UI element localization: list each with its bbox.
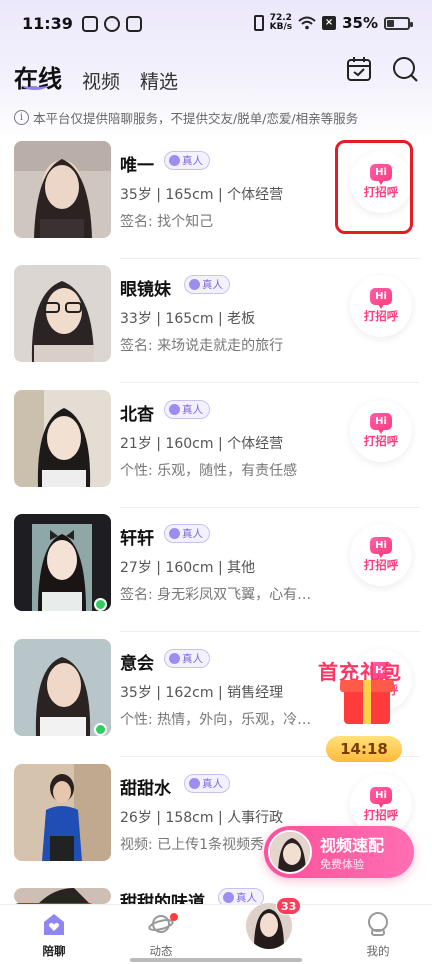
nav-item-chat[interactable]: 陪聊 xyxy=(19,911,89,959)
notification-dot xyxy=(170,913,178,921)
hi-icon: Hi xyxy=(370,537,392,558)
greet-button[interactable]: Hi打招呼 xyxy=(350,275,412,337)
verified-badge: 真人 xyxy=(164,400,210,419)
user-name: 唯一 xyxy=(120,156,154,176)
user-name: 轩轩 xyxy=(120,529,154,549)
bottom-nav: 陪聊 动态 33 我的 xyxy=(0,897,432,964)
calendar-icon[interactable] xyxy=(346,56,372,82)
hi-icon: Hi xyxy=(370,413,392,434)
user-info: 27岁 | 160cm | 其他 xyxy=(120,560,256,576)
status-bar: 11:39 72.2 KB/s × 35% xyxy=(0,0,432,48)
vibrate-icon xyxy=(253,15,264,31)
user-signature: 个性: 热情，外向，乐观，冷… xyxy=(120,712,312,728)
tab-video[interactable]: 视频 xyxy=(82,67,120,94)
active-tab-indicator xyxy=(22,80,48,90)
user-signature: 视频: 已上传1条视频秀 xyxy=(120,837,265,853)
battery-icon xyxy=(384,16,413,30)
disclaimer-notice: i 本平台仅提供陪聊服务，不提供交友/脱单/恋爱/相亲等服务 xyxy=(14,108,358,127)
user-info: 35岁 | 165cm | 个体经营 xyxy=(120,187,284,203)
home-heart-icon xyxy=(44,914,64,935)
video-match-avatar xyxy=(268,830,312,874)
wifi-icon xyxy=(298,16,316,30)
verified-badge: 真人 xyxy=(184,774,230,793)
verified-badge: 真人 xyxy=(164,649,210,668)
verified-badge: 真人 xyxy=(184,275,230,294)
divider xyxy=(120,382,420,383)
user-info: 26岁 | 158cm | 人事行政 xyxy=(120,810,284,826)
verified-icon xyxy=(169,528,180,539)
user-info: 21岁 | 160cm | 个体经营 xyxy=(120,436,284,452)
online-indicator xyxy=(94,598,107,611)
hi-icon: Hi xyxy=(370,288,392,309)
home-indicator xyxy=(130,958,302,962)
verified-badge: 真人 xyxy=(164,524,210,543)
user-photo[interactable] xyxy=(14,764,111,861)
verified-icon xyxy=(169,653,180,664)
user-photo[interactable] xyxy=(14,514,111,611)
user-signature: 签名: 身无彩凤双飞翼，心有… xyxy=(120,587,312,603)
info-icon: i xyxy=(14,110,29,125)
list-item[interactable]: 唯一 真人 35岁 | 165cm | 个体经营 签名: 找个知己 Hi 打招呼 xyxy=(0,141,432,265)
user-name: 眼镜妹 xyxy=(120,280,171,300)
list-item[interactable]: 眼镜妹 真人 33岁 | 165cm | 老板 签名: 来场说走就走的旅行 Hi… xyxy=(0,265,432,389)
user-photo[interactable] xyxy=(14,390,111,487)
user-name: 甜甜水 xyxy=(120,779,171,799)
user-name: 意会 xyxy=(120,654,154,674)
network-speed: 72.2 KB/s xyxy=(269,13,293,32)
verified-icon xyxy=(169,155,180,166)
divider xyxy=(120,258,420,259)
verified-icon xyxy=(189,778,200,789)
sim-icon: × xyxy=(322,16,337,30)
first-recharge-promo[interactable]: 首充礼包 14:18 xyxy=(316,656,412,762)
verified-badge: 真人 xyxy=(164,151,210,170)
divider xyxy=(120,631,420,632)
list-item[interactable]: 轩轩 真人 27岁 | 160cm | 其他 签名: 身无彩凤双飞翼，心有… H… xyxy=(0,514,432,638)
user-photo[interactable] xyxy=(14,265,111,362)
verified-icon xyxy=(189,279,200,290)
nav-item-mine[interactable]: 我的 xyxy=(343,911,413,959)
status-time: 11:39 xyxy=(22,14,73,33)
hi-icon: Hi xyxy=(370,164,392,185)
battery-percent: 35% xyxy=(342,14,378,32)
hi-icon: Hi xyxy=(370,787,392,808)
video-match-button[interactable]: 视频速配 免费体验 xyxy=(264,826,414,878)
list-item[interactable]: 北杳 真人 21岁 | 160cm | 个体经营 个性: 乐观，随性，有责任感 … xyxy=(0,390,432,514)
promo-timer: 14:18 xyxy=(326,736,402,762)
list-item[interactable]: 甜甜的味道 真人 xyxy=(0,888,432,904)
search-icon[interactable] xyxy=(392,56,418,82)
nav-item-moments[interactable]: 动态 xyxy=(126,911,196,959)
user-name: 北杳 xyxy=(120,405,154,425)
profile-icon xyxy=(368,912,388,936)
user-photo[interactable] xyxy=(14,141,111,238)
app-notification-icon xyxy=(82,16,98,32)
tab-featured[interactable]: 精选 xyxy=(140,67,178,94)
app-notification-icon-3 xyxy=(126,16,142,32)
user-photo[interactable] xyxy=(14,639,111,736)
user-name: 甜甜的味道 xyxy=(120,893,205,904)
user-info: 33岁 | 165cm | 老板 xyxy=(120,311,256,327)
greet-button[interactable]: Hi打招呼 xyxy=(350,400,412,462)
divider xyxy=(120,507,420,508)
user-signature: 签名: 来场说走就走的旅行 xyxy=(120,338,284,354)
greet-button[interactable]: Hi打招呼 xyxy=(350,524,412,586)
online-indicator xyxy=(94,723,107,736)
notification-icons xyxy=(82,16,142,32)
verified-icon xyxy=(169,404,180,415)
gift-ribbon xyxy=(363,680,371,724)
message-count-badge: 33 xyxy=(276,897,302,915)
user-photo[interactable] xyxy=(14,888,111,904)
user-info: 35岁 | 162cm | 销售经理 xyxy=(120,685,284,701)
user-signature: 签名: 找个知己 xyxy=(120,214,214,230)
verified-icon xyxy=(223,892,234,903)
user-signature: 个性: 乐观，随性，有责任感 xyxy=(120,463,298,479)
status-right: 72.2 KB/s × 35% xyxy=(253,13,413,32)
video-match-text: 视频速配 免费体验 xyxy=(320,836,385,871)
verified-badge: 真人 xyxy=(218,888,264,904)
greet-button[interactable]: Hi打招呼 xyxy=(350,151,412,213)
app-notification-icon-2 xyxy=(104,16,120,32)
